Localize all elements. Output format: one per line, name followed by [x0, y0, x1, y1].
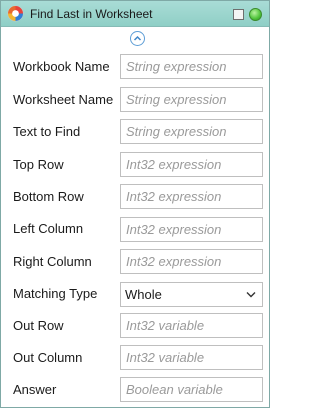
chevron-up-icon [133, 35, 142, 41]
label-top-row: Top Row [13, 157, 64, 172]
matching-type-value: Whole [125, 287, 162, 302]
top-row-input[interactable]: Int32 expression [120, 152, 263, 177]
activity-panel: Find Last in Worksheet Workbook Name Str… [0, 0, 270, 408]
text-to-find-input[interactable]: String expression [120, 119, 263, 144]
status-indicator-icon [249, 8, 262, 21]
right-column-input[interactable]: Int32 expression [120, 249, 263, 274]
enable-checkbox[interactable] [233, 9, 244, 20]
label-worksheet-name: Worksheet Name [13, 92, 114, 107]
label-workbook-name: Workbook Name [13, 59, 110, 74]
chevron-down-icon [246, 292, 256, 298]
activity-logo-icon [7, 5, 24, 22]
label-out-column: Out Column [13, 350, 83, 365]
matching-type-select[interactable]: Whole [120, 282, 263, 307]
label-left-column: Left Column [13, 221, 84, 236]
label-answer: Answer [13, 382, 57, 397]
out-row-input[interactable]: Int32 variable [120, 313, 263, 338]
left-column-input[interactable]: Int32 expression [120, 217, 263, 242]
answer-input[interactable]: Boolean variable [120, 377, 263, 402]
out-column-input[interactable]: Int32 variable [120, 345, 263, 370]
collapse-button[interactable] [130, 31, 145, 46]
title-bar[interactable]: Find Last in Worksheet [1, 1, 269, 27]
label-bottom-row: Bottom Row [13, 189, 84, 204]
worksheet-name-input[interactable]: String expression [120, 87, 263, 112]
label-matching-type: Matching Type [13, 286, 98, 301]
label-out-row: Out Row [13, 318, 64, 333]
label-text-to-find: Text to Find [13, 124, 81, 139]
bottom-row-input[interactable]: Int32 expression [120, 184, 263, 209]
workbook-name-input[interactable]: String expression [120, 54, 263, 79]
window-title: Find Last in Worksheet [30, 7, 153, 21]
label-right-column: Right Column [13, 254, 92, 269]
